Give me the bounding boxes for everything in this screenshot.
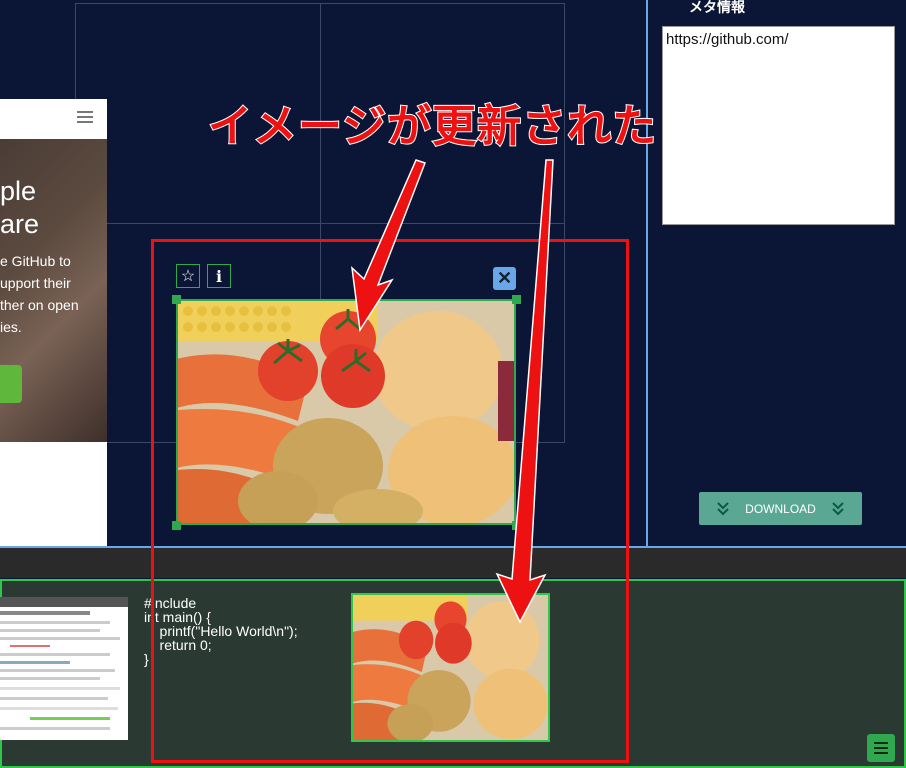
annotation-arrows [350, 159, 554, 624]
annotation-arrow [350, 159, 426, 333]
annotation-arrow [495, 159, 554, 624]
